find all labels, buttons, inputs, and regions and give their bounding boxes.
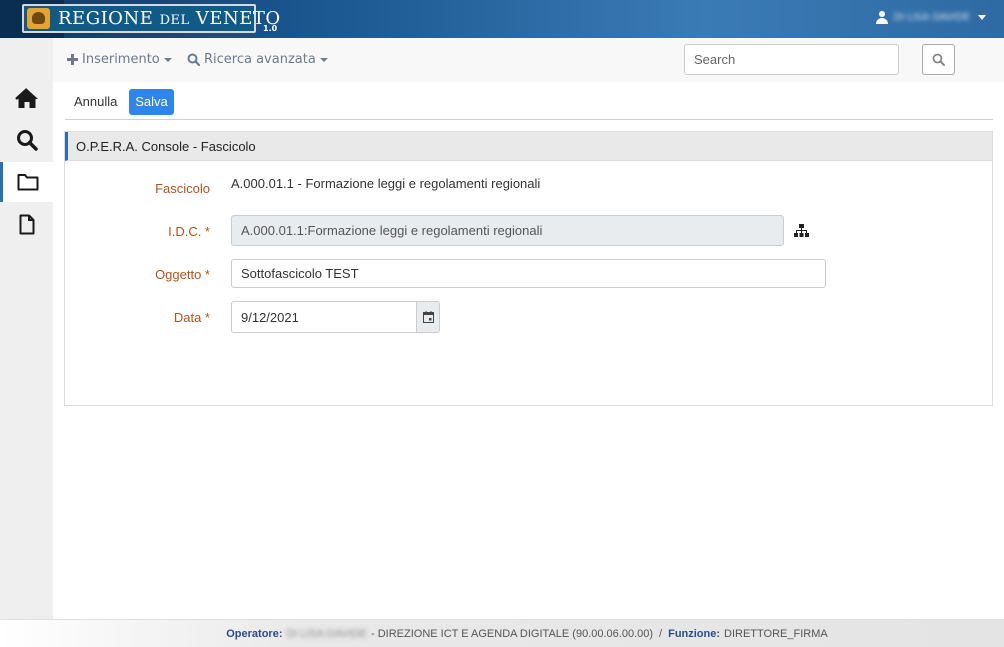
salva-button[interactable]: Salva — [129, 89, 174, 115]
sidebar-item-search[interactable] — [0, 120, 53, 160]
oggetto-label: Oggetto * — [155, 267, 210, 282]
search-button[interactable] — [922, 44, 955, 75]
calendar-button[interactable] — [416, 301, 440, 333]
caret-down-icon — [319, 57, 328, 62]
ricerca-avanzata-menu[interactable]: Ricerca avanzata — [187, 52, 328, 67]
toolbar: Inserimento Ricerca avanzata — [53, 38, 1004, 82]
home-icon — [14, 87, 38, 108]
inserimento-menu[interactable]: Inserimento — [67, 52, 172, 67]
app-version: 1.0 — [263, 24, 278, 33]
sidebar-item-documento[interactable] — [0, 204, 53, 244]
operatore-name: DI LISA DAVIDE — [286, 627, 368, 640]
search-input[interactable] — [684, 44, 899, 75]
data-picker — [231, 301, 440, 333]
fascicolo-panel: O.P.E.R.A. Console - Fascicolo Fascicolo… — [64, 131, 993, 406]
search-icon — [16, 130, 38, 151]
lion-seal-icon — [27, 8, 50, 29]
folder-icon — [17, 174, 39, 191]
inserimento-label: Inserimento — [82, 52, 160, 67]
oggetto-field[interactable] — [231, 259, 826, 288]
caret-down-icon — [163, 57, 172, 62]
divider — [65, 119, 993, 120]
logo-text: REGIONE DEL VENETO — [58, 8, 281, 29]
user-menu[interactable]: DI LISA DAVIDE — [875, 11, 986, 24]
sidebar-item-fascicolo[interactable] — [0, 162, 53, 202]
status-footer: Operatore: DI LISA DAVIDE - DIREZIONE IC… — [0, 619, 1004, 647]
sidebar-item-home[interactable] — [0, 78, 53, 118]
fascicolo-value: A.000.01.1 - Formazione leggi e regolame… — [231, 176, 541, 191]
regione-veneto-logo[interactable]: REGIONE DEL VENETO — [22, 4, 280, 33]
data-label: Data * — [173, 310, 210, 325]
calendar-icon — [422, 311, 434, 323]
operatore-label: Operatore: — [226, 627, 283, 640]
footer-separator: / — [659, 627, 663, 640]
document-icon — [19, 214, 34, 234]
plus-icon — [67, 54, 78, 65]
search-icon — [187, 53, 200, 66]
annulla-button[interactable]: Annulla — [66, 89, 125, 115]
ricerca-avanzata-label: Ricerca avanzata — [204, 52, 316, 67]
direzione-text: - DIREZIONE ICT E AGENDA DIGITALE (90.00… — [371, 627, 654, 640]
funzione-value: DIRETTORE_FIRMA — [724, 627, 828, 640]
idc-field — [231, 215, 784, 246]
user-icon — [875, 11, 888, 24]
app-header: REGIONE DEL VENETO 1.0 DI LISA DAVIDE — [0, 0, 1004, 38]
sidebar — [0, 38, 53, 619]
funzione-label: Funzione: — [668, 627, 721, 640]
caret-down-icon — [978, 15, 986, 20]
user-name: DI LISA DAVIDE — [893, 12, 970, 23]
data-field[interactable] — [231, 301, 417, 333]
idc-label: I.D.C. * — [168, 224, 210, 239]
search-icon — [932, 53, 945, 66]
hierarchy-tree-icon[interactable] — [794, 224, 809, 238]
fascicolo-label: Fascicolo — [155, 181, 210, 196]
panel-title: O.P.E.R.A. Console - Fascicolo — [65, 132, 992, 161]
